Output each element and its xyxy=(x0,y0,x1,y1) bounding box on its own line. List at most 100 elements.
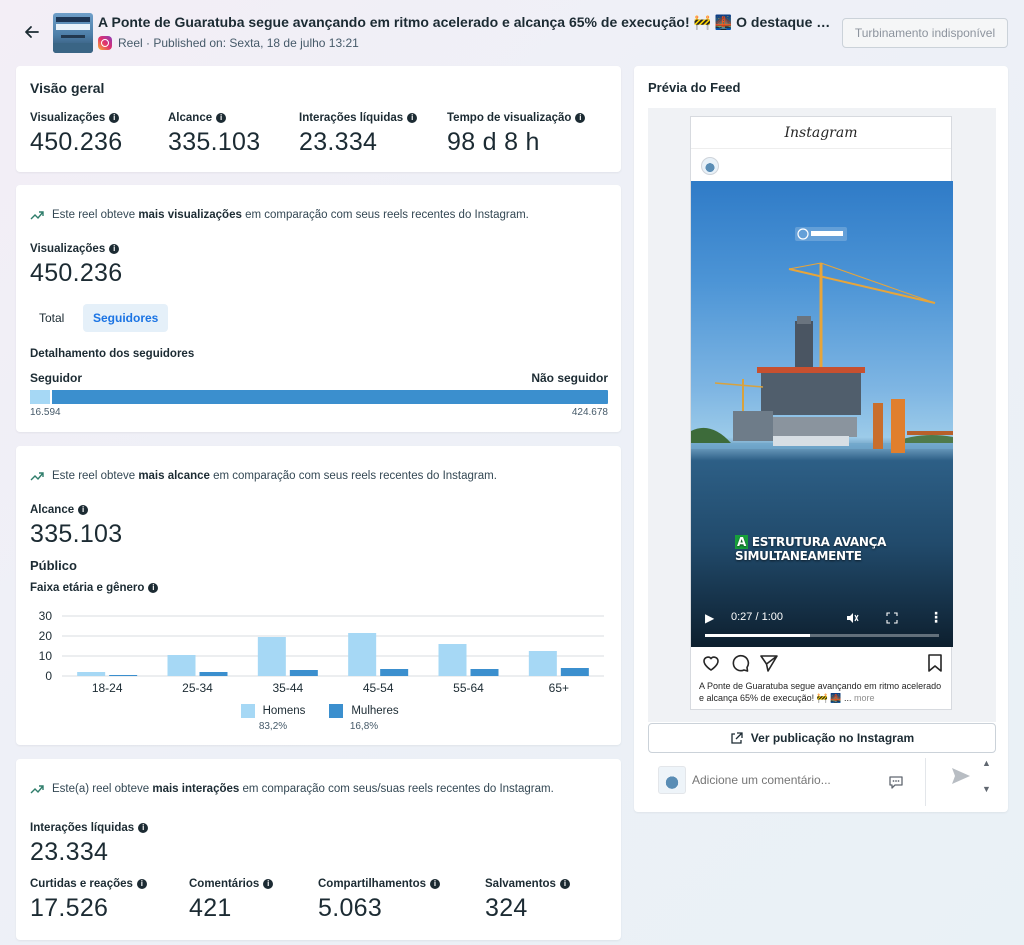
send-icon[interactable] xyxy=(951,767,971,785)
interactions-metric: Interações líquidas i 23.334 xyxy=(30,822,149,867)
reach-card: Este reel obteve mais alcance em compara… xyxy=(16,446,621,745)
overview-card: Visão geral Visualizações i 450.236 Alcan… xyxy=(16,66,621,172)
tab-followers[interactable]: Seguidores xyxy=(83,304,169,332)
y-tick-label: 0 xyxy=(45,669,52,683)
bar-homens-55-64 xyxy=(438,644,467,676)
bar-mulheres-25-34 xyxy=(199,672,228,676)
view-on-instagram-button[interactable]: Ver publicação no Instagram xyxy=(648,723,996,753)
followers-bar xyxy=(30,390,608,404)
info-icon[interactable]: i xyxy=(559,879,570,889)
views-card: Este reel obteve mais visualizações em c… xyxy=(16,185,621,432)
share-icon[interactable] xyxy=(759,653,779,673)
emoji-icon[interactable] xyxy=(888,774,904,790)
play-icon[interactable]: ▶ xyxy=(705,611,714,625)
metric-value: 450.236 xyxy=(30,128,123,156)
reach-metric: Alcance i 335.103 xyxy=(30,504,122,549)
shares-metric: Compartilhamentos i 5.063 xyxy=(318,878,440,923)
post-caption: A Ponte de Guaratuba segue avançando em … xyxy=(699,681,942,703)
x-tick-label: 18-24 xyxy=(92,681,123,695)
bar-mulheres-18-24 xyxy=(109,675,138,676)
post-meta-text: Reel · Published on: Sexta, 18 de julho … xyxy=(118,36,359,50)
nonfollower-value: 424.678 xyxy=(571,407,608,418)
overview-title: Visão geral xyxy=(30,80,105,96)
profile-avatar xyxy=(701,157,719,175)
bar-homens-45-54 xyxy=(348,633,377,676)
info-icon[interactable]: i xyxy=(263,879,274,889)
instagram-logo: Instagram xyxy=(691,117,951,149)
info-icon[interactable]: i xyxy=(109,113,120,123)
info-icon[interactable]: i xyxy=(407,113,418,123)
interactions-trend: Este(a) reel obteve mais interações em c… xyxy=(30,783,554,795)
metric-value: 23.334 xyxy=(30,838,109,866)
info-icon[interactable]: i xyxy=(136,879,147,889)
scroll-up-arrow[interactable]: ▲ xyxy=(982,758,991,768)
reach-trend: Este reel obteve mais alcance em compara… xyxy=(30,470,497,482)
bar-mulheres-55-64 xyxy=(470,669,499,676)
caption-more-link[interactable]: more xyxy=(854,693,875,703)
age-gender-chart: 0 10 20 30 18-24 25-34 35-44 45-54 55-64 65+ xyxy=(39,609,604,695)
metric-value: 324 xyxy=(485,894,528,922)
metric-label: Visualizações xyxy=(30,112,106,124)
bar-homens-25-34 xyxy=(167,655,196,676)
trend-up-icon xyxy=(30,472,44,481)
follower-label: Seguidor xyxy=(30,371,83,385)
x-tick-label: 45-54 xyxy=(363,681,394,695)
info-icon[interactable]: i xyxy=(78,505,89,515)
bar-homens-65+ xyxy=(528,651,557,676)
scroll-down-arrow[interactable]: ▼ xyxy=(982,784,991,794)
preview-frame: Instagram A ESTRUTURA AVANÇA SIMULTANEAM… xyxy=(648,108,996,722)
trend-up-icon xyxy=(30,785,44,794)
likes-metric: Curtidas e reações i 17.526 xyxy=(30,878,147,923)
bar-homens-35-44 xyxy=(257,637,286,676)
nonfollower-label: Não seguidor xyxy=(531,371,608,385)
info-icon[interactable]: i xyxy=(216,113,227,123)
follower-bar-fill xyxy=(30,390,52,404)
mute-icon[interactable] xyxy=(845,611,859,625)
bookmark-icon[interactable] xyxy=(927,653,943,673)
external-link-icon xyxy=(731,731,743,744)
saves-metric: Salvamentos i 324 xyxy=(485,878,570,923)
y-tick-label: 10 xyxy=(39,649,53,663)
comment-input[interactable] xyxy=(692,768,882,792)
x-tick-label: 65+ xyxy=(549,681,569,695)
bar-mulheres-35-44 xyxy=(289,670,318,676)
comment-icon[interactable] xyxy=(730,653,750,673)
info-icon[interactable]: i xyxy=(138,823,149,833)
video-progress[interactable] xyxy=(705,634,939,637)
metric-label: Salvamentos xyxy=(485,878,556,890)
metric-label: Visualizações xyxy=(30,243,106,255)
heart-icon[interactable] xyxy=(701,653,721,673)
video-controls: ▶ 0:27 / 1:00 ⋮ xyxy=(691,607,953,647)
fullscreen-icon[interactable] xyxy=(886,612,898,624)
boost-button[interactable]: Turbinamento indisponível xyxy=(842,18,1008,48)
metric-label: Curtidas e reações xyxy=(30,878,133,890)
tab-total[interactable]: Total xyxy=(29,304,74,332)
metric-value: 23.334 xyxy=(299,128,378,156)
metric-watch-time: Tempo de visualização i 98 d 8 h xyxy=(447,112,586,157)
more-options-icon[interactable]: ⋮ xyxy=(929,609,943,626)
metric-label: Tempo de visualização xyxy=(447,112,572,124)
metric-value: 98 d 8 h xyxy=(447,128,540,156)
x-tick-label: 55-64 xyxy=(453,681,484,695)
legend-men: Homens 83,2% xyxy=(238,704,308,732)
post-thumbnail xyxy=(53,13,93,53)
info-icon[interactable]: i xyxy=(109,244,120,254)
age-gender-title: Faixa etária e gênero i xyxy=(30,582,159,594)
post-title: A Ponte de Guaratuba segue avançando em … xyxy=(98,14,838,30)
legend-swatch xyxy=(240,704,255,718)
back-arrow-icon[interactable] xyxy=(22,22,42,42)
reel-video[interactable]: A ESTRUTURA AVANÇA SIMULTANEAMENTE ▶ 0:2… xyxy=(691,181,953,647)
metric-label: Alcance xyxy=(30,504,75,516)
metric-value: 17.526 xyxy=(30,894,109,922)
bar-mulheres-65+ xyxy=(560,668,589,676)
metric-label: Compartilhamentos xyxy=(318,878,426,890)
post-meta: Reel · Published on: Sexta, 18 de julho … xyxy=(98,36,359,50)
info-icon[interactable]: i xyxy=(148,583,159,593)
views-metric: Visualizações i 450.236 xyxy=(30,243,122,288)
metric-label: Interações líquidas xyxy=(299,112,404,124)
metric-views: Visualizações i 450.236 xyxy=(30,112,122,157)
feed-preview-card: Prévia do Feed Instagram A ESTRUTURA AVA… xyxy=(634,66,1008,812)
info-icon[interactable]: i xyxy=(430,879,440,889)
commenter-avatar xyxy=(658,766,686,794)
info-icon[interactable]: i xyxy=(575,113,586,123)
